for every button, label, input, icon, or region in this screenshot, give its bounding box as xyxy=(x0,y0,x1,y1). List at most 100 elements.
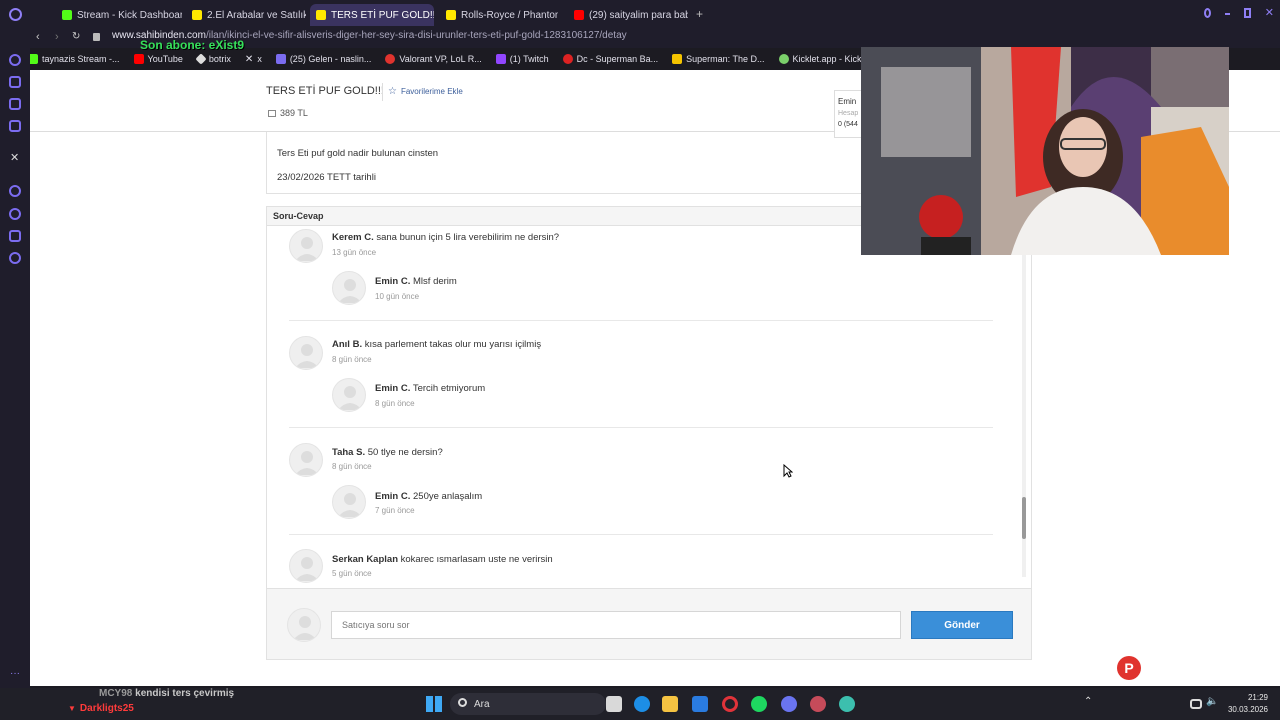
sidebar-app-icon[interactable] xyxy=(9,54,21,66)
bookmark-gelen[interactable]: (25) Gelen - naslin... xyxy=(275,54,371,64)
bookmark-label: (1) Twitch xyxy=(509,54,549,64)
youtube-icon xyxy=(133,54,144,64)
tab-arabalar[interactable]: 2.El Arabalar ve Satılık Sıfı xyxy=(186,4,306,26)
more-icon[interactable]: ··· xyxy=(10,668,20,679)
user-silhouette-icon xyxy=(295,344,319,368)
avatar xyxy=(289,336,323,370)
sahibinden-icon xyxy=(192,10,202,20)
seller-card[interactable]: Emin Hesap 0 (544 xyxy=(834,90,862,138)
answer-body: Tercih etmiyorum xyxy=(412,383,486,394)
bookmark-label: taynazis Stream -... xyxy=(42,54,120,64)
tab-label: (29) saityalim para babası xyxy=(589,9,688,21)
sidebar-app-icon[interactable] xyxy=(9,120,21,132)
bookmarks-bar: taynazis Stream -... YouTube botrix ✕ x (… xyxy=(28,50,869,68)
price-icon xyxy=(268,110,276,117)
forward-icon[interactable]: › xyxy=(55,31,59,43)
bookmark-youtube[interactable]: YouTube xyxy=(133,54,183,64)
user-silhouette-icon xyxy=(295,451,319,475)
avatar xyxy=(289,443,323,477)
bookmark-label: Kicklet.app - Kick... xyxy=(792,54,870,64)
reload-icon[interactable]: ↻ xyxy=(72,31,80,42)
answer-time: 10 gün önce xyxy=(375,292,420,301)
tab-ters-eti-puf[interactable]: TERS ETİ PUF GOLD!!! sah xyxy=(310,4,434,26)
sidebar-app-icon[interactable] xyxy=(9,76,21,88)
bookmark-botrix[interactable]: botrix xyxy=(195,53,231,65)
file-explorer-icon[interactable] xyxy=(662,696,678,712)
bookmark-twitch[interactable]: (1) Twitch xyxy=(495,54,549,64)
search-icon[interactable] xyxy=(1204,8,1211,18)
windows-start-icon[interactable] xyxy=(426,696,442,712)
question-user: Taha S. xyxy=(332,447,366,458)
user-silhouette-icon xyxy=(293,616,317,640)
bookmark-label: YouTube xyxy=(147,54,183,64)
tab-label: 2.El Arabalar ve Satılık Sıfı xyxy=(207,9,306,21)
tab-rolls-royce[interactable]: Rolls-Royce / Phantom / P xyxy=(440,4,558,26)
spotify-icon[interactable] xyxy=(751,696,767,712)
bookmark-taynazis[interactable]: taynazis Stream -... xyxy=(28,54,120,64)
browser-sidebar: ✕ ··· xyxy=(0,0,30,690)
last-subscriber-overlay: Son abone: eXist9 xyxy=(140,38,245,52)
favorite-button[interactable]: ☆ Favorilerime Ekle xyxy=(388,86,463,97)
answer-user: Emin C. xyxy=(375,491,411,502)
back-icon[interactable]: ‹ xyxy=(36,31,40,43)
avatar xyxy=(332,271,366,305)
url-path: /ilan/ikinci-el-ve-sifir-alisveris-diger… xyxy=(205,30,627,41)
window-controls[interactable]: ✕ xyxy=(1204,8,1274,20)
bookmark-label: x xyxy=(257,54,262,64)
chat-text: kendisi ters çevirmiş xyxy=(135,688,235,699)
bookmark-kicklet[interactable]: Kicklet.app - Kick... xyxy=(778,54,870,64)
opera-icon[interactable] xyxy=(722,696,738,712)
maximize-icon[interactable] xyxy=(1243,8,1251,18)
app-icon[interactable] xyxy=(839,696,855,712)
tab-youtube[interactable]: (29) saityalim para babası xyxy=(568,4,688,26)
ask-question-input[interactable] xyxy=(331,611,901,639)
tab-kick-dashboard[interactable]: Stream - Kick Dashboard xyxy=(56,4,182,26)
divider xyxy=(289,534,993,535)
question-time: 8 gün önce xyxy=(332,355,372,364)
youtube-icon xyxy=(574,10,584,20)
mouse-cursor-icon xyxy=(783,464,793,478)
question-body: sana bunun için 5 lira verebilirim ne de… xyxy=(376,232,560,243)
seller-name: Emin xyxy=(838,97,857,106)
new-tab-button[interactable]: + xyxy=(696,7,703,21)
chevron-up-icon[interactable]: ⌃ xyxy=(1084,696,1100,712)
store-icon[interactable] xyxy=(692,696,708,712)
minimize-icon[interactable] xyxy=(1224,13,1230,15)
sidebar-app-icon[interactable] xyxy=(9,98,21,110)
settings-icon[interactable] xyxy=(9,252,21,264)
avatar xyxy=(332,378,366,412)
sidebar-app-icon[interactable] xyxy=(9,185,21,197)
edge-icon[interactable] xyxy=(634,696,650,712)
sidebar-app-icon[interactable] xyxy=(9,230,21,242)
avatar xyxy=(332,485,366,519)
x-icon[interactable]: ✕ xyxy=(10,151,19,164)
opera-logo-icon[interactable] xyxy=(9,8,22,21)
mail-icon xyxy=(275,54,286,64)
clock-icon[interactable] xyxy=(9,208,21,220)
close-icon[interactable]: ✕ xyxy=(1265,8,1274,20)
chat-message: MCY98 kendisi ters çevirmiş xyxy=(99,688,234,699)
bookmark-superman[interactable]: Superman: The D... xyxy=(672,54,765,64)
question-time: 5 gün önce xyxy=(332,569,372,578)
bookmark-superman-dc[interactable]: Dc - Superman Ba... xyxy=(562,54,658,64)
qa-scrollbar-thumb[interactable] xyxy=(1022,497,1026,539)
answer-text: Emin C. Tercih etmiyorum xyxy=(375,383,485,394)
taskbar-clock[interactable]: 21:29 30.03.2026 xyxy=(1222,692,1268,716)
wifi-icon[interactable] xyxy=(1190,699,1202,709)
seller-phone: 0 (544 xyxy=(838,121,858,128)
bookmark-valorant[interactable]: Valorant VP, LoL R... xyxy=(385,54,482,64)
volume-icon[interactable]: 🔈 xyxy=(1206,696,1222,712)
send-button[interactable]: Gönder xyxy=(911,611,1013,639)
chat-username: Darkligts25 xyxy=(79,703,134,714)
chat-message: ▼ Darkligts25 xyxy=(68,703,134,714)
answer-body: Mlsf derim xyxy=(413,276,457,287)
taskbar-search[interactable]: Ara xyxy=(450,693,606,715)
steam-icon[interactable] xyxy=(810,696,826,712)
bookmark-x[interactable]: ✕ x xyxy=(245,54,262,65)
discord-icon[interactable] xyxy=(781,696,797,712)
answer-body: 250ye anlaşalım xyxy=(413,491,483,502)
divider xyxy=(289,320,993,321)
taskview-icon[interactable] xyxy=(606,696,622,712)
avatar xyxy=(289,229,323,263)
user-silhouette-icon xyxy=(338,279,362,303)
